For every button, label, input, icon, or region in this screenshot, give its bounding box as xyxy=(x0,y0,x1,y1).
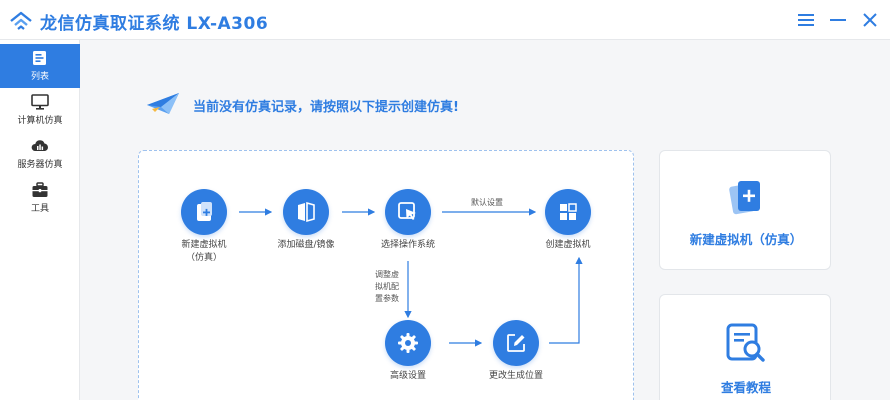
app-title: 龙信仿真取证系统 LX-A306 xyxy=(40,14,269,34)
tutorial-card[interactable]: 查看教程 xyxy=(659,294,831,400)
menu-button[interactable] xyxy=(794,8,818,32)
monitor-icon xyxy=(31,94,49,110)
flow-node-choose-os xyxy=(385,189,431,235)
flow-node-label-advanced-settings: 高级设置 xyxy=(389,371,426,381)
document-search-icon xyxy=(726,323,765,362)
flow-node-label-change-location: 更改生成位置 xyxy=(488,371,543,381)
flow-node-label-new-vm: 新建虚拟机 （仿真） xyxy=(181,240,227,263)
sidebar-item-label: 计算机仿真 xyxy=(17,116,63,126)
flow-node-create-vm xyxy=(545,189,591,235)
app-logo-icon xyxy=(10,11,32,30)
minimize-icon xyxy=(830,19,846,21)
edit-icon xyxy=(507,334,525,352)
flow-node-advanced-settings xyxy=(385,320,431,366)
new-vm-card[interactable]: 新建虚拟机（仿真） xyxy=(659,150,831,270)
list-icon xyxy=(33,51,46,65)
empty-state-notice: 当前没有仿真记录，请按照以下提示创建仿真! xyxy=(193,100,459,115)
edge-label-default-settings: 默认设置 xyxy=(471,198,503,207)
edge-label-adjust-params: 调整虚 拟机配 置参数 xyxy=(375,270,399,303)
sidebar-item-label: 服务器仿真 xyxy=(17,160,63,170)
grid-apps-icon xyxy=(560,203,577,220)
new-file-icon xyxy=(729,181,760,215)
flow-node-new-vm xyxy=(181,189,227,235)
sidebar: 列表 计算机仿真 服务器仿真 工具 xyxy=(0,40,80,400)
sidebar-item-computer-simulation[interactable]: 计算机仿真 xyxy=(0,88,80,132)
new-file-icon xyxy=(197,202,212,221)
flow-node-label-choose-os: 选择操作系统 xyxy=(380,240,435,250)
sidebar-item-tools[interactable]: 工具 xyxy=(0,176,80,220)
minimize-button[interactable] xyxy=(826,8,850,32)
paper-plane-icon xyxy=(147,93,179,114)
close-icon xyxy=(863,13,877,27)
gear-icon xyxy=(398,333,418,353)
creation-flow-panel: 新建虚拟机 （仿真） 添加磁盘/镜像 选择操作系统 创建虚拟机 高级设置 更改生… xyxy=(138,150,634,400)
sidebar-item-server-simulation[interactable]: 服务器仿真 xyxy=(0,132,80,176)
cursor-select-icon xyxy=(398,202,416,220)
server-cloud-icon xyxy=(31,140,48,151)
disk-image-icon xyxy=(298,201,315,223)
flow-node-add-disk xyxy=(283,189,329,235)
sidebar-item-label: 列表 xyxy=(30,72,49,82)
tutorial-card-title: 查看教程 xyxy=(720,380,771,395)
sidebar-item-label: 工具 xyxy=(30,204,49,214)
flow-node-label-add-disk: 添加磁盘/镜像 xyxy=(277,240,335,250)
hamburger-menu-icon xyxy=(798,14,814,26)
flow-node-change-location xyxy=(493,320,539,366)
new-vm-card-title: 新建虚拟机（仿真） xyxy=(689,232,803,247)
sidebar-item-list[interactable]: 列表 xyxy=(0,44,80,88)
close-button[interactable] xyxy=(858,8,882,32)
title-bar: 龙信仿真取证系统 LX-A306 xyxy=(0,0,890,40)
flow-node-label-create-vm: 创建虚拟机 xyxy=(545,240,591,250)
arrow-location-to-create xyxy=(549,256,583,344)
toolbox-icon xyxy=(32,182,48,197)
